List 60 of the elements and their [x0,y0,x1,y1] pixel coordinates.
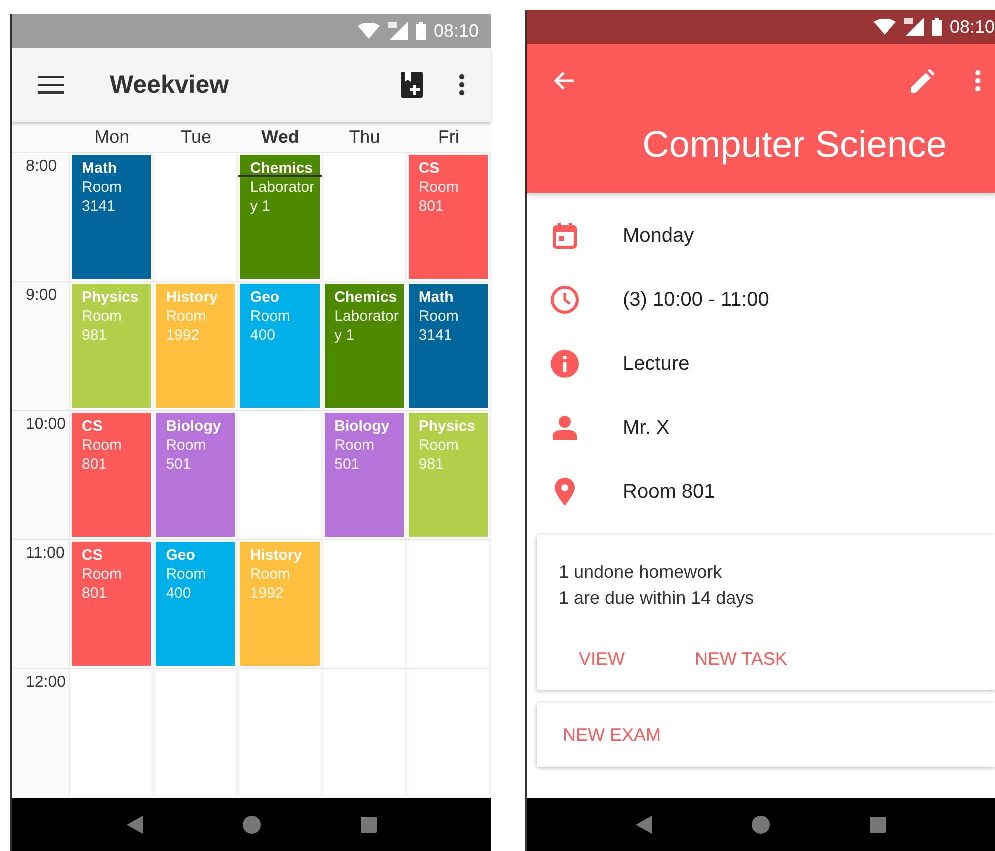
lesson-block[interactable]: CS Room 801 [72,413,152,537]
calendar-icon [551,223,579,249]
person-icon [551,416,579,440]
menu-icon[interactable] [38,76,64,94]
lesson-block[interactable]: History Room 1992 [156,284,236,408]
time-label: 12:00 [26,674,66,691]
lesson-block[interactable]: Chemics Laboratory 1 [240,155,320,279]
lesson-block[interactable]: Biology Room 501 [324,413,404,537]
recents-icon[interactable] [360,816,376,832]
time-label: 8:00 [26,158,58,175]
time-label: 11:00 [26,545,65,562]
wifi-icon [874,19,896,35]
homework-text: 1 are due within 14 days [559,587,756,610]
lesson-block[interactable]: CS Room 801 [72,542,152,666]
battery-icon [932,18,942,36]
lesson-block[interactable]: History Room 1992 [240,542,320,666]
day-header: Wed [260,126,300,148]
new-exam-button[interactable]: NEW EXAM [543,720,682,750]
day-header: Thu [348,126,382,148]
add-bookmark-icon[interactable] [401,72,423,98]
info-icon [551,350,579,378]
day-header: Fri [437,126,460,148]
info-text: Mr. X [623,416,670,440]
lesson-block[interactable]: CS Room 801 [408,155,488,279]
homework-text: 1 undone homework [559,561,724,584]
lesson-block[interactable]: Math Room 3141 [408,284,488,408]
signal-icon [904,18,924,36]
info-text: (3) 10:00 - 11:00 [623,288,770,312]
day-header: Mon [94,126,131,148]
info-text: Lecture [623,352,690,376]
time-label: 9:00 [26,287,58,304]
battery-icon [416,22,426,40]
lesson-block[interactable]: Physics Room 981 [72,284,152,408]
lesson-block[interactable]: Math Room 3141 [72,155,152,279]
status-time: 08:10 [950,16,995,38]
day-header: Tue [180,126,212,148]
lesson-block[interactable]: Physics Room 981 [408,413,488,537]
lesson-block[interactable]: Geo Room 400 [156,542,236,666]
text-button[interactable]: VIEW [559,645,646,674]
info-text: Room 801 [623,480,716,504]
more-icon[interactable] [459,74,465,96]
home-icon[interactable] [752,816,770,834]
signal-icon [388,22,408,40]
lesson-block[interactable]: Biology Room 501 [156,413,236,537]
wifi-icon [358,23,380,39]
time-label: 10:00 [26,416,66,433]
screen-title: Weekview [110,70,230,100]
home-icon[interactable] [242,816,260,834]
status-time: 08:10 [434,20,479,42]
recents-icon[interactable] [870,816,886,832]
clock-icon [551,286,579,314]
back-icon[interactable] [126,816,142,834]
lesson-block[interactable]: Chemics Laboratory 1 [324,284,404,408]
back-icon[interactable] [636,816,652,834]
lesson-title: Computer Science [642,124,948,166]
lesson-block[interactable]: Geo Room 400 [240,284,320,408]
info-text: Monday [623,224,694,248]
edit-icon[interactable] [911,69,935,93]
back-arrow-icon[interactable] [553,71,575,91]
text-button[interactable]: NEW TASK [675,645,808,674]
